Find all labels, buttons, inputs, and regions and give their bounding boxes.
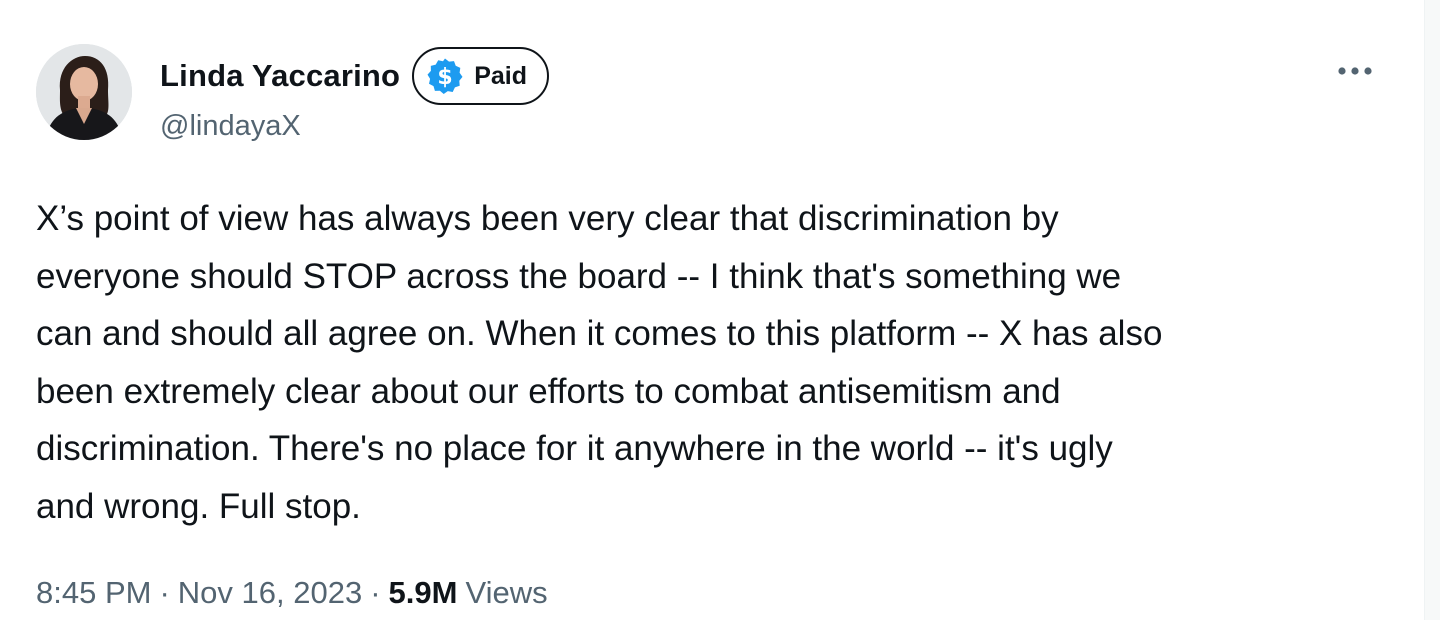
tweet-meta: 8:45 PM · Nov 16, 2023 · 5.9M Views [36, 575, 548, 611]
page-edge [1424, 0, 1440, 620]
tweet-time[interactable]: 8:45 PM [36, 575, 151, 611]
meta-separator: · [370, 575, 381, 610]
user-handle[interactable]: @lindayaX [160, 110, 301, 143]
views-label: Views [465, 575, 548, 610]
dollar-icon: $ [427, 58, 463, 94]
more-options-button[interactable] [1334, 50, 1376, 92]
profile-photo [36, 44, 132, 140]
author-row: Linda Yaccarino $ Paid [160, 45, 549, 107]
tweet-date[interactable]: Nov 16, 2023 [178, 575, 362, 611]
display-name[interactable]: Linda Yaccarino [160, 58, 400, 94]
views-count[interactable]: 5.9M [389, 575, 458, 611]
more-horizontal-icon [1338, 67, 1372, 75]
badge-label: Paid [474, 61, 527, 90]
svg-text:$: $ [438, 65, 453, 90]
paid-badge[interactable]: $ Paid [412, 47, 549, 105]
tweet-body: X’s point of view has always been very c… [36, 199, 1163, 526]
tweet-card: Linda Yaccarino $ Paid @lindayaX X’s poi… [0, 0, 1424, 620]
avatar[interactable] [36, 44, 132, 140]
meta-separator: · [159, 575, 170, 610]
